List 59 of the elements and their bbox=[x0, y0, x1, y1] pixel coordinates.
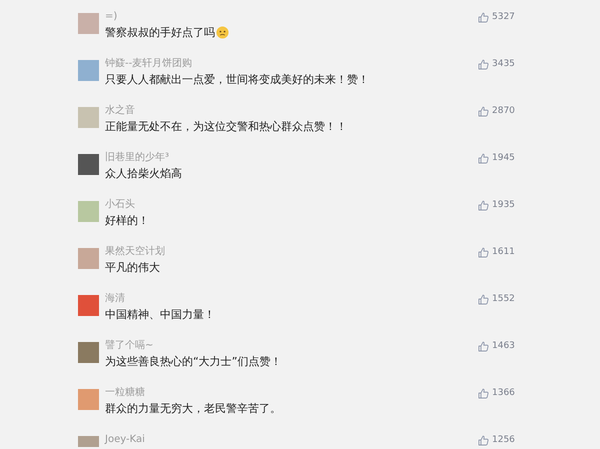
avatar-placeholder bbox=[78, 13, 99, 34]
thumbs-up-icon bbox=[478, 153, 489, 164]
avatar-placeholder bbox=[78, 60, 99, 81]
avatar-placeholder bbox=[78, 436, 99, 447]
comment-text: 中国精神、中国力量！ bbox=[105, 307, 215, 322]
comment-text: 好样的！ bbox=[105, 213, 149, 228]
comment-text: 平凡的伟大 bbox=[105, 260, 160, 275]
username[interactable]: 譬了个嗝~ bbox=[105, 339, 154, 352]
comment-text: 警察叔叔的手好点了吗 bbox=[105, 25, 215, 40]
thumbs-up-icon bbox=[478, 106, 489, 117]
like-button[interactable]: 1935 bbox=[478, 200, 528, 211]
username[interactable]: =) bbox=[105, 10, 118, 23]
thumbs-up-icon bbox=[478, 59, 489, 70]
like-count: 3435 bbox=[492, 59, 515, 70]
avatar-placeholder bbox=[78, 107, 99, 128]
avatar-placeholder bbox=[78, 295, 99, 316]
like-button[interactable]: 5327 bbox=[478, 12, 528, 23]
like-count: 1945 bbox=[492, 153, 515, 164]
thumbs-up-icon bbox=[478, 247, 489, 258]
username[interactable]: 海清 bbox=[105, 292, 125, 305]
username[interactable]: 水之音 bbox=[105, 104, 135, 117]
comment-text: 众人拾柴火焰高 bbox=[105, 166, 182, 181]
thumbs-up-icon bbox=[478, 12, 489, 23]
username[interactable]: 旧巷里的少年³ bbox=[105, 151, 170, 164]
like-button[interactable]: 1945 bbox=[478, 153, 528, 164]
comment-text: 只要人人都献出一点爱，世间将变成美好的未来！赞！ bbox=[105, 72, 369, 87]
username[interactable]: Joey-Kai bbox=[105, 433, 145, 446]
avatar-placeholder bbox=[78, 201, 99, 222]
username[interactable]: 钟鼗--麦轩月饼团购 bbox=[105, 57, 192, 70]
like-count: 1463 bbox=[492, 341, 515, 352]
thumbs-up-icon bbox=[478, 200, 489, 211]
like-button[interactable]: 3435 bbox=[478, 59, 528, 70]
like-button[interactable]: 1463 bbox=[478, 341, 528, 352]
like-button[interactable]: 1552 bbox=[478, 294, 528, 305]
thumbs-up-icon bbox=[478, 388, 489, 399]
like-count: 1366 bbox=[492, 388, 515, 399]
username[interactable]: 小石头 bbox=[105, 198, 135, 211]
like-button[interactable]: 2870 bbox=[478, 106, 528, 117]
like-count: 1935 bbox=[492, 200, 515, 211]
comment-text: 为这些善良热心的“大力士”们点赞！ bbox=[105, 354, 282, 369]
like-count: 1611 bbox=[492, 247, 515, 258]
thumbs-up-icon bbox=[478, 294, 489, 305]
comment-text: 正能量无处不在，为这位交警和热心群众点赞！！ bbox=[105, 119, 347, 134]
avatar-placeholder bbox=[78, 248, 99, 269]
thumbs-up-icon bbox=[478, 435, 489, 446]
avatar-placeholder bbox=[78, 389, 99, 410]
username[interactable]: 一粒糖糖 bbox=[105, 386, 145, 399]
like-button[interactable]: 1611 bbox=[478, 247, 528, 258]
like-count: 1256 bbox=[492, 435, 515, 446]
like-button[interactable]: 1366 bbox=[478, 388, 528, 399]
like-button[interactable]: 1256 bbox=[478, 435, 528, 446]
avatar-placeholder bbox=[78, 154, 99, 175]
like-count: 2870 bbox=[492, 106, 515, 117]
comment-text: 群众的力量无穷大，老民警辛苦了。 bbox=[105, 401, 281, 416]
thumbs-up-icon bbox=[478, 341, 489, 352]
like-count: 5327 bbox=[492, 12, 515, 23]
username[interactable]: 果然天空计划 bbox=[105, 245, 165, 258]
like-count: 1552 bbox=[492, 294, 515, 305]
avatar-placeholder bbox=[78, 342, 99, 363]
